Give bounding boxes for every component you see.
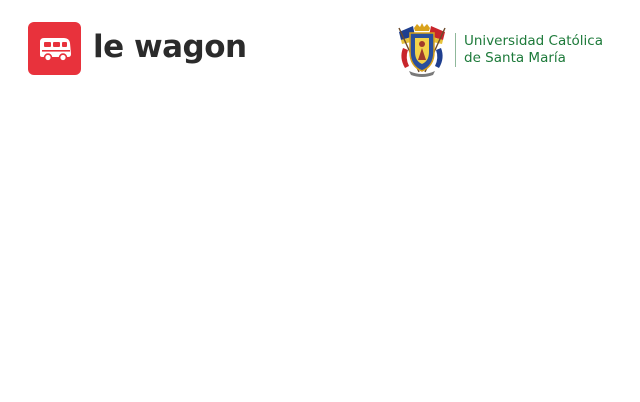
university-name-line1: Universidad Católica bbox=[464, 33, 603, 49]
page: le wagon Universidad Católica de Santa M… bbox=[0, 0, 640, 402]
university-name-line2: de Santa María bbox=[464, 50, 566, 66]
bus-icon bbox=[28, 22, 81, 75]
le-wagon-wordmark: le wagon bbox=[93, 29, 247, 65]
university-crest-icon bbox=[393, 22, 451, 78]
university-logo: Universidad Católica de Santa María bbox=[393, 22, 603, 78]
university-name: Universidad Católica de Santa María bbox=[464, 33, 603, 67]
le-wagon-logo: le wagon bbox=[28, 22, 247, 75]
university-divider bbox=[455, 33, 456, 67]
